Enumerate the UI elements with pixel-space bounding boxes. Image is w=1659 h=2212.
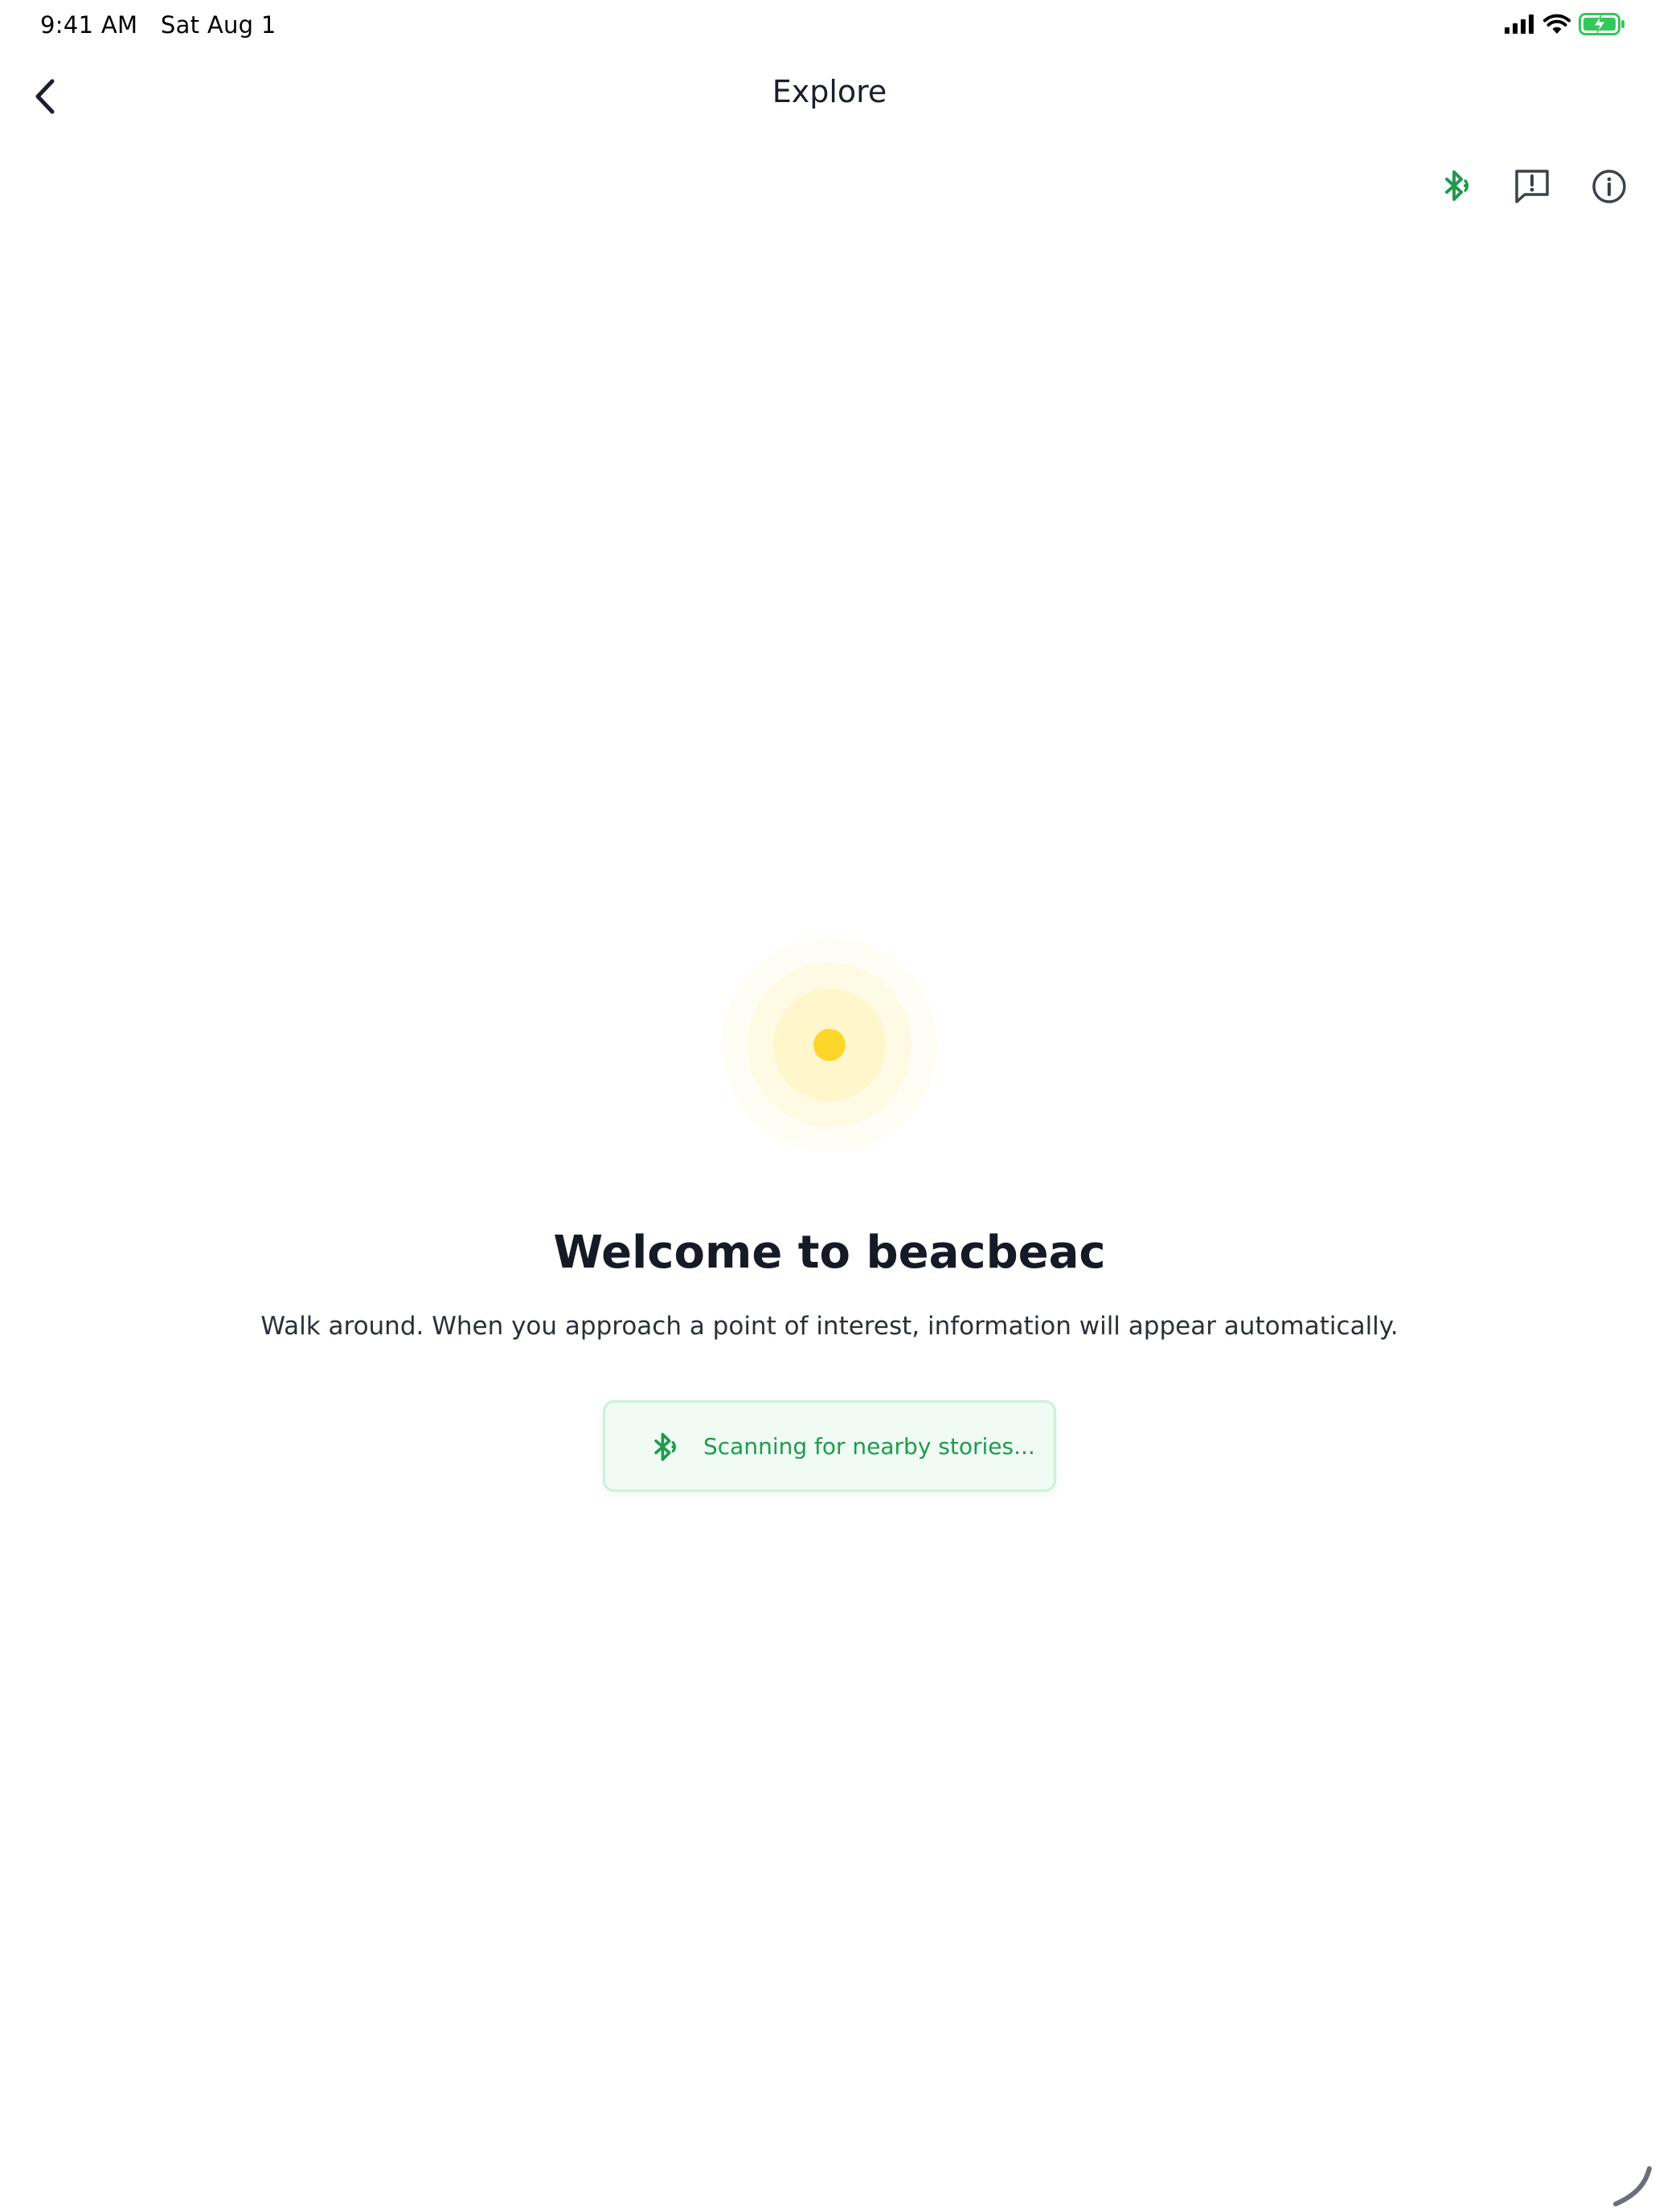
info-button[interactable] xyxy=(1587,164,1632,209)
status-indicators xyxy=(1505,13,1625,39)
explore-screen: 9:41 AM Sat Aug 1 Explore Welcome to bea… xyxy=(0,0,1659,2212)
battery-charging-icon xyxy=(1579,13,1625,39)
page-title: Explore xyxy=(772,74,887,109)
status-time-date: 9:41 AM Sat Aug 1 xyxy=(40,11,276,39)
scan-status-label: Scanning for nearby stories... xyxy=(703,1433,1035,1460)
info-circle-icon xyxy=(1592,170,1626,203)
scan-status-chip: Scanning for nearby stories... xyxy=(603,1400,1056,1492)
status-bar: 9:41 AM Sat Aug 1 xyxy=(0,0,1659,51)
message-alert-icon xyxy=(1515,170,1549,203)
bluetooth-signal-icon xyxy=(654,1432,676,1461)
beacon-dot xyxy=(813,1029,846,1061)
welcome-subtitle: Walk around. When you approach a point o… xyxy=(260,1312,1399,1341)
corner-swipe-indicator xyxy=(1613,2166,1652,2206)
welcome-title: Welcome to beacbeac xyxy=(553,1227,1106,1279)
bluetooth-signal-icon xyxy=(1445,170,1469,201)
report-button[interactable] xyxy=(1509,164,1555,209)
bluetooth-scan-button[interactable] xyxy=(1436,164,1481,209)
wifi-icon xyxy=(1543,14,1571,38)
cellular-signal-icon xyxy=(1505,14,1535,37)
